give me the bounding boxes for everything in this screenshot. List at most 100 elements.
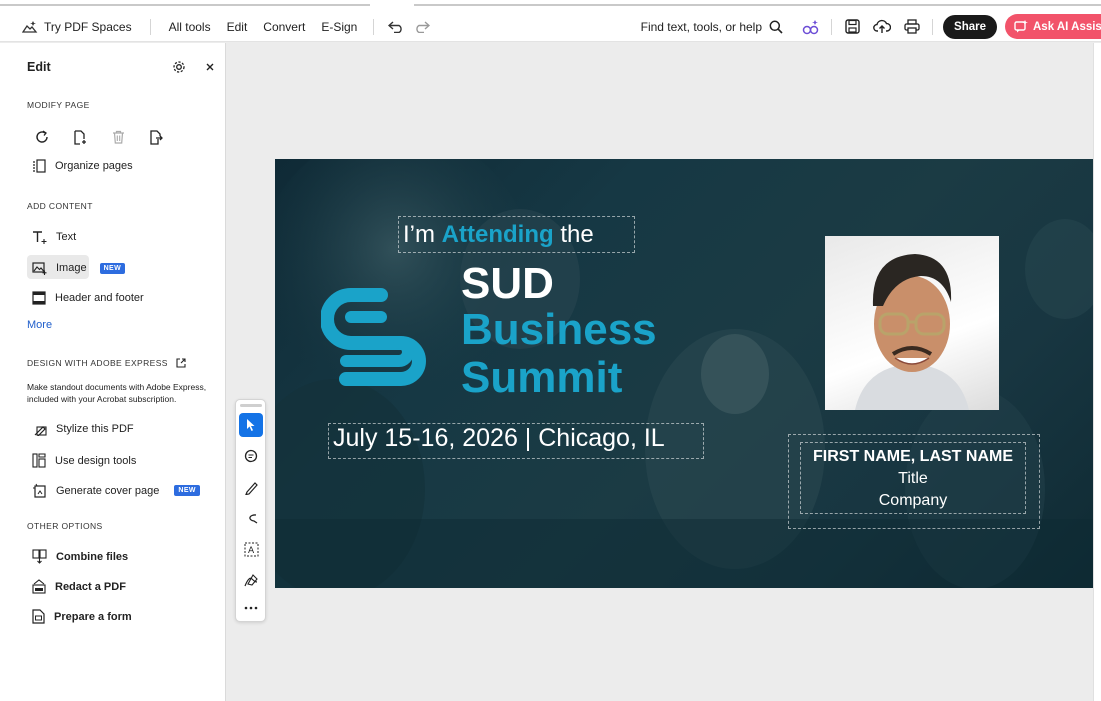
try-pdf-spaces-button[interactable]: Try PDF Spaces bbox=[22, 20, 132, 34]
divider bbox=[831, 18, 833, 35]
add-image-button[interactable]: Image NEW bbox=[32, 261, 126, 275]
ask-ai-assistant-button[interactable]: Ask AI Assistant bbox=[1005, 14, 1101, 39]
close-icon[interactable] bbox=[200, 57, 220, 77]
ai-tools-icon[interactable] bbox=[801, 17, 821, 37]
share-button[interactable]: Share bbox=[943, 14, 997, 39]
form-label: Prepare a form bbox=[54, 610, 132, 623]
prepare-form-button[interactable]: Prepare a form bbox=[32, 609, 132, 624]
spaces-label: Try PDF Spaces bbox=[44, 20, 132, 34]
attending-headline[interactable]: I’m Attending the bbox=[403, 221, 594, 249]
text-box-tool-icon[interactable]: A bbox=[239, 537, 263, 561]
delete-icon[interactable] bbox=[108, 127, 128, 147]
nav-e-sign[interactable]: E-Sign bbox=[321, 20, 357, 34]
attendee-name: FIRST NAME, LAST NAME bbox=[813, 448, 1013, 465]
tab-strip bbox=[0, 0, 1101, 6]
section-heading-other-options: OTHER OPTIONS bbox=[27, 521, 103, 531]
attend-word: Attending bbox=[441, 221, 554, 248]
organize-pages-button[interactable]: Organize pages bbox=[32, 159, 133, 173]
nav-edit[interactable]: Edit bbox=[227, 20, 248, 34]
redact-pdf-button[interactable]: Redact a PDF bbox=[32, 579, 126, 594]
save-icon[interactable] bbox=[842, 17, 862, 37]
highlight-tool-icon[interactable] bbox=[239, 475, 263, 499]
ai-assistant-label: Ask AI Assistant bbox=[1033, 20, 1101, 33]
section-heading-add-content: ADD CONTENT bbox=[27, 201, 93, 211]
sign-tool-icon[interactable] bbox=[239, 568, 263, 592]
divider bbox=[932, 18, 934, 35]
attendee-title: Title bbox=[898, 470, 928, 487]
combine-files-icon bbox=[32, 549, 47, 564]
comment-tool-icon[interactable] bbox=[239, 444, 263, 468]
nav-all-tools[interactable]: All tools bbox=[169, 20, 211, 34]
modify-page-tools bbox=[32, 127, 166, 147]
cover-page-icon bbox=[32, 483, 47, 498]
header-footer-button[interactable]: Header and footer bbox=[32, 291, 144, 305]
stylize-pdf-button[interactable]: Stylize this PDF bbox=[32, 422, 134, 436]
svg-text:A: A bbox=[248, 546, 255, 556]
organize-pages-label: Organize pages bbox=[55, 160, 133, 172]
redact-label: Redact a PDF bbox=[55, 580, 126, 593]
title-line-sud[interactable]: SUD bbox=[461, 262, 554, 306]
attend-prefix: I’m bbox=[403, 221, 435, 248]
design-tools-icon bbox=[32, 453, 46, 468]
attendee-photo[interactable] bbox=[825, 236, 999, 410]
panel-title: Edit bbox=[27, 60, 51, 74]
header-footer-label: Header and footer bbox=[55, 292, 144, 304]
find-label: Find text, tools, or help bbox=[640, 19, 763, 34]
design-tools-button[interactable]: Use design tools bbox=[32, 453, 136, 468]
right-panel-edge bbox=[1093, 43, 1101, 701]
more-link[interactable]: More bbox=[27, 319, 52, 331]
stylize-icon bbox=[32, 422, 47, 436]
gear-icon[interactable] bbox=[169, 57, 189, 77]
attendee-name-block[interactable]: FIRST NAME, LAST NAME Title Company bbox=[793, 448, 1033, 510]
combine-files-button[interactable]: Combine files bbox=[32, 549, 128, 564]
form-icon bbox=[32, 609, 45, 624]
section-heading-design: DESIGN WITH ADOBE EXPRESS bbox=[27, 358, 186, 368]
add-text-button[interactable]: Text bbox=[32, 230, 76, 244]
ai-assistant-icon bbox=[1014, 20, 1028, 33]
headshot-image bbox=[855, 254, 969, 410]
title-line-summit[interactable]: Summit bbox=[461, 356, 622, 400]
text-tool-icon bbox=[32, 230, 47, 244]
drag-handle[interactable] bbox=[240, 404, 262, 407]
text-label: Text bbox=[56, 231, 77, 243]
select-tool-icon[interactable] bbox=[239, 413, 263, 437]
spaces-icon bbox=[22, 20, 38, 34]
design-description: Make standout documents with Adobe Expre… bbox=[27, 382, 207, 404]
draw-tool-icon[interactable] bbox=[239, 506, 263, 530]
cover-label: Generate cover page bbox=[56, 484, 160, 497]
design-tools-label: Use design tools bbox=[55, 454, 137, 467]
divider bbox=[149, 19, 151, 35]
divider bbox=[373, 19, 375, 35]
design-heading-label: DESIGN WITH ADOBE EXPRESS bbox=[27, 358, 168, 368]
attend-suffix: the bbox=[560, 221, 594, 248]
cloud-upload-icon[interactable] bbox=[872, 17, 892, 37]
redact-icon bbox=[32, 579, 46, 594]
new-badge: NEW bbox=[174, 485, 200, 496]
external-link-icon[interactable] bbox=[176, 358, 186, 368]
attendee-company: Company bbox=[878, 492, 948, 509]
search-icon bbox=[769, 20, 783, 34]
redo-icon[interactable] bbox=[412, 17, 432, 37]
find-search-button[interactable]: Find text, tools, or help bbox=[641, 20, 783, 34]
sud-logo bbox=[321, 288, 426, 386]
nav-convert[interactable]: Convert bbox=[263, 20, 305, 34]
more-tools-icon[interactable] bbox=[239, 596, 263, 620]
tab-indicator bbox=[414, 4, 1101, 6]
combine-label: Combine files bbox=[56, 550, 129, 563]
title-line-business[interactable]: Business bbox=[461, 308, 657, 352]
organize-pages-icon bbox=[32, 159, 46, 173]
header-footer-icon bbox=[32, 291, 46, 305]
undo-icon[interactable] bbox=[386, 17, 406, 37]
tab-indicator bbox=[0, 4, 370, 6]
extract-page-icon[interactable] bbox=[146, 127, 166, 147]
pdf-page[interactable]: I’m Attending the SUD Business Summit Ju… bbox=[275, 159, 1093, 588]
image-label: Image bbox=[56, 262, 87, 274]
generate-cover-button[interactable]: Generate cover page NEW bbox=[32, 483, 200, 498]
stylize-label: Stylize this PDF bbox=[56, 423, 134, 435]
insert-page-icon[interactable] bbox=[70, 127, 90, 147]
section-heading-modify-page: MODIFY PAGE bbox=[27, 100, 90, 110]
print-icon[interactable] bbox=[902, 17, 922, 37]
top-toolbar: Try PDF Spaces All tools Edit Convert E-… bbox=[0, 0, 1101, 42]
rotate-icon[interactable] bbox=[32, 127, 52, 147]
event-date-location[interactable]: July 15-16, 2026 | Chicago, IL bbox=[333, 424, 665, 453]
